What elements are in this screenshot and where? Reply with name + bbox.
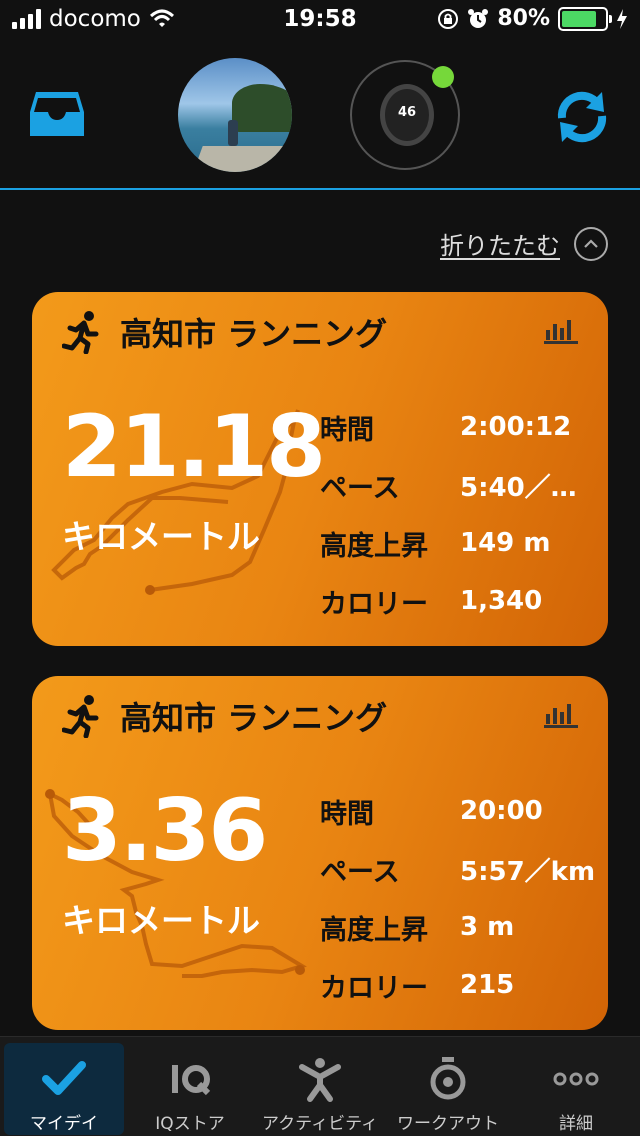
- stat-calories: カロリー 215: [320, 956, 595, 1014]
- activity-stats: 時間 20:00 ペース 5:57／km 高度上昇 3 m カロリー 215: [320, 782, 595, 1014]
- bottom-tab-bar: マイデイ IQストア アクティビティ ワークアウト 詳細: [0, 1036, 640, 1136]
- activity-distance: 21.18: [62, 397, 326, 497]
- activity-title: 高知市 ランニング: [120, 699, 388, 737]
- sync-icon[interactable]: [552, 88, 612, 146]
- status-right: 80%: [437, 6, 628, 31]
- tab-my-day[interactable]: マイデイ: [4, 1043, 124, 1135]
- stat-value: 20:00: [460, 796, 543, 826]
- app-header: 46: [0, 40, 640, 190]
- profile-avatar[interactable]: [178, 58, 292, 172]
- activity-stats: 時間 2:00:12 ペース 5:40／… 高度上昇 149 m カロリー 1,…: [320, 398, 577, 630]
- activity-card[interactable]: 高知市 ランニング 3.36 キロメートル 時間 20:00 ペース 5:57／…: [32, 676, 608, 1030]
- stat-label: 高度上昇: [320, 530, 428, 562]
- check-icon: [42, 1061, 86, 1095]
- stat-elevation: 高度上昇 3 m: [320, 898, 595, 956]
- activity-title: 高知市 ランニング: [120, 315, 388, 353]
- card-header: 高知市 ランニング: [62, 310, 387, 354]
- watch-display: 46: [397, 105, 417, 120]
- stat-elevation: 高度上昇 149 m: [320, 514, 577, 572]
- collapse-label[interactable]: 折りたたむ: [440, 226, 560, 261]
- stat-value: 215: [460, 970, 515, 1000]
- stat-pace: ペース 5:57／km: [320, 840, 595, 898]
- status-bar: docomo 19:58 80%: [0, 0, 640, 40]
- stat-time: 時間 20:00: [320, 782, 595, 840]
- activity-card[interactable]: 高知市 ランニング 21.18 キロメートル 時間 2:00:12 ペース 5:…: [32, 292, 608, 646]
- device-watch-button[interactable]: 46: [350, 60, 460, 170]
- inbox-icon[interactable]: [28, 88, 86, 140]
- card-header: 高知市 ランニング: [62, 694, 387, 738]
- stat-label: ペース: [320, 856, 400, 888]
- running-icon: [62, 695, 99, 738]
- tab-label: ワークアウト: [397, 1114, 499, 1134]
- stopwatch-icon: [430, 1057, 466, 1100]
- orientation-lock-icon: [438, 8, 459, 29]
- running-icon: [62, 311, 99, 354]
- stat-label: 高度上昇: [320, 914, 428, 946]
- charging-icon: [617, 8, 627, 29]
- stat-label: カロリー: [320, 588, 428, 620]
- tab-label: アクティビティ: [261, 1114, 379, 1134]
- activity-distance: 3.36: [62, 781, 268, 881]
- distance-unit: キロメートル: [62, 901, 260, 940]
- battery-percent: 80%: [497, 6, 550, 31]
- alarm-icon: [468, 8, 489, 28]
- chevron-up-icon[interactable]: [574, 226, 608, 261]
- stat-label: カロリー: [320, 972, 428, 1004]
- stat-pace: ペース 5:40／…: [320, 456, 577, 514]
- stat-calories: カロリー 1,340: [320, 572, 577, 630]
- tab-workouts[interactable]: ワークアウト: [388, 1043, 508, 1135]
- stat-value: 5:40／…: [460, 472, 577, 503]
- stat-label: 時間: [320, 414, 374, 446]
- more-dots-icon: [553, 1072, 599, 1086]
- stat-value: 3 m: [460, 912, 515, 942]
- bar-chart-icon[interactable]: [544, 316, 578, 344]
- tab-label: マイデイ: [30, 1114, 98, 1134]
- collapse-toggle[interactable]: 折りたたむ: [440, 226, 608, 261]
- battery-icon: [558, 6, 612, 31]
- iq-icon: [172, 1065, 211, 1096]
- stat-value: 149 m: [460, 528, 551, 558]
- stat-label: ペース: [320, 472, 400, 504]
- device-connected-indicator: [432, 66, 454, 88]
- tab-label: 詳細: [559, 1114, 593, 1134]
- tab-more[interactable]: 詳細: [516, 1043, 636, 1135]
- bar-chart-icon[interactable]: [544, 700, 578, 728]
- activity-person-icon: [299, 1058, 341, 1102]
- stat-value: 5:57／km: [460, 856, 596, 887]
- stat-label: 時間: [320, 798, 374, 830]
- tab-label: IQストア: [155, 1114, 225, 1134]
- stat-time: 時間 2:00:12: [320, 398, 577, 456]
- tab-iq-store[interactable]: IQストア: [130, 1043, 250, 1135]
- distance-unit: キロメートル: [62, 517, 260, 556]
- stat-value: 2:00:12: [460, 412, 572, 442]
- stat-value: 1,340: [460, 586, 543, 616]
- tab-activities[interactable]: アクティビティ: [260, 1043, 380, 1135]
- watch-face: 46: [380, 84, 434, 146]
